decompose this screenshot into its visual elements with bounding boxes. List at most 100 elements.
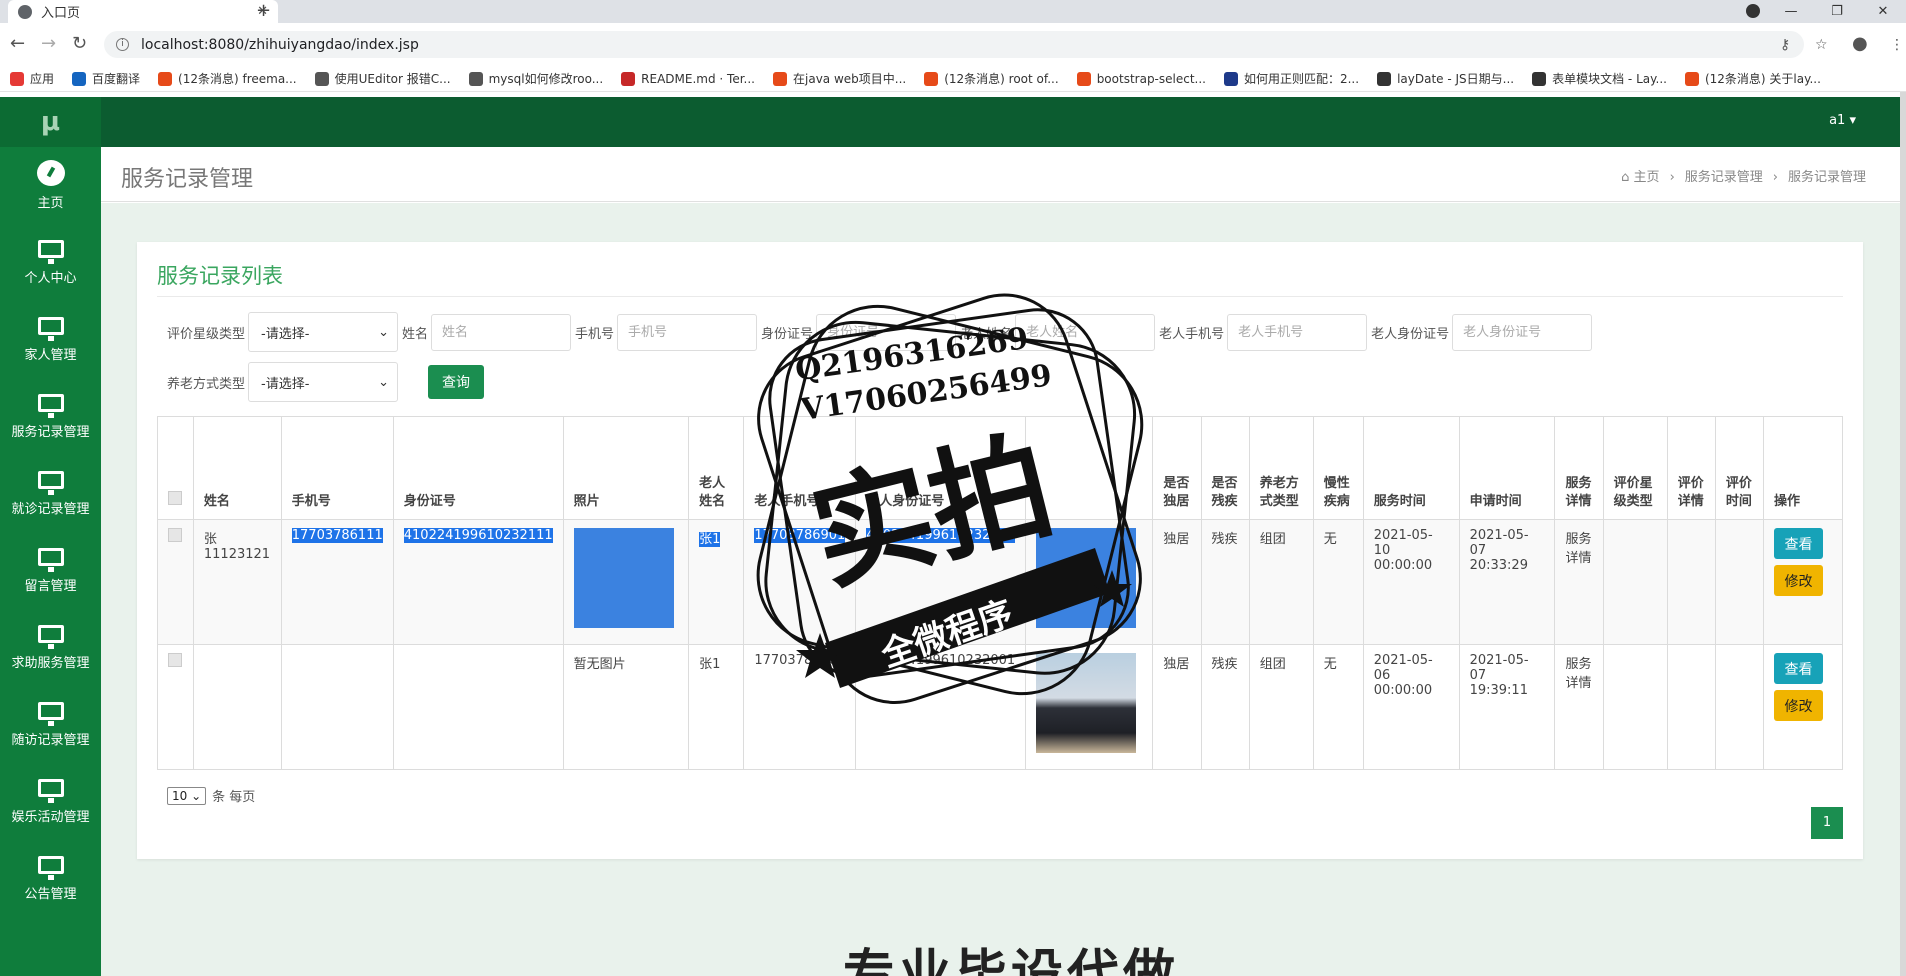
sidebar-item[interactable]: 公告管理: [0, 840, 101, 917]
actions-cell: 查看 修改: [1763, 644, 1843, 770]
rating-select[interactable]: -请选择- ⌄: [248, 312, 399, 352]
restore-icon[interactable]: ❐: [1814, 4, 1860, 19]
cell-rating-time: [1714, 644, 1765, 770]
select-all-checkbox[interactable]: [168, 491, 182, 505]
account-icon[interactable]: ●: [1852, 33, 1868, 54]
care-type-text: 组团: [1259, 657, 1286, 672]
bookmark-label: (12条消息) 关于lay...: [1704, 72, 1821, 86]
sidebar-item-label: 主页: [37, 196, 64, 211]
bookmark-item[interactable]: bootstrap-select...: [1076, 71, 1206, 86]
bookmark-item[interactable]: (12条消息) 关于lay...: [1684, 70, 1821, 87]
chronic-text: 无: [1323, 532, 1337, 547]
profile-dropdown-icon[interactable]: [1746, 4, 1760, 18]
cell-name: [192, 644, 282, 770]
sidebar: μ 主页 个人中心 家人管理 服务记录管理 就诊记录管理 留言管理 求助服务管理 随访记录管理…: [0, 97, 101, 976]
edit-button[interactable]: 修改: [1774, 565, 1823, 596]
sidebar-item[interactable]: 求助服务管理: [0, 609, 101, 686]
key-icon[interactable]: ⚷: [1780, 37, 1790, 53]
row-checkbox-cell: [157, 519, 194, 645]
page-size-control: 10 ⌄ 条 每页: [167, 786, 255, 805]
star-icon[interactable]: ☆: [1815, 37, 1828, 53]
reload-icon[interactable]: ↻: [72, 33, 87, 54]
bookmark-item[interactable]: layDate - JS日期与...: [1377, 70, 1514, 87]
phone-text: 17703786111: [291, 528, 383, 543]
bookmark-icon: [468, 71, 483, 86]
elder-id-label: 老人身份证号: [1371, 326, 1450, 342]
page-size-select[interactable]: 10 ⌄: [167, 786, 207, 805]
column-header: 养老方式类型: [1248, 416, 1314, 520]
bookmark-label: 表单模块文档 - Lay...: [1552, 72, 1667, 86]
edit-button[interactable]: 修改: [1774, 690, 1823, 721]
monitor-icon: [37, 855, 64, 880]
elder-id-input[interactable]: [1452, 313, 1593, 351]
bookmark-item[interactable]: 百度翻译: [72, 70, 140, 87]
row-checkbox[interactable]: [168, 653, 182, 667]
menu-icon[interactable]: ⋮: [1890, 37, 1904, 53]
breadcrumb-home[interactable]: 主页: [1634, 170, 1660, 185]
scrollbar[interactable]: [1900, 92, 1906, 976]
bookmark-icon: [773, 71, 787, 86]
row-checkbox[interactable]: [168, 528, 182, 542]
bookmark-icon: [1223, 71, 1238, 86]
sidebar-item-label: 留言管理: [24, 578, 77, 594]
forward-icon[interactable]: →: [41, 33, 56, 54]
back-icon[interactable]: ←: [10, 33, 25, 54]
bookmark-item[interactable]: 应用: [10, 70, 54, 87]
new-tab-icon[interactable]: +: [256, 0, 271, 22]
bookmark-item[interactable]: 表单模块文档 - Lay...: [1532, 70, 1667, 87]
omnibox[interactable]: i localhost:8080/zhihuiyangdao/index.jsp: [104, 31, 1804, 58]
view-button[interactable]: 查看: [1774, 528, 1823, 559]
tab-title: 入口页: [41, 6, 81, 21]
cell-name: 张11123121: [192, 519, 282, 645]
sidebar-item[interactable]: 留言管理: [0, 532, 101, 609]
pagination-page-1[interactable]: 1: [1811, 807, 1843, 839]
sidebar-item[interactable]: 随访记录管理: [0, 686, 101, 763]
monitor-icon: [37, 624, 64, 649]
column-header: 操作: [1763, 416, 1843, 520]
query-button[interactable]: 查询: [428, 365, 485, 399]
bookmark-item[interactable]: mysql如何修改roo...: [468, 70, 603, 87]
info-icon[interactable]: i: [116, 38, 129, 51]
breadcrumb-current: 服务记录管理: [1787, 170, 1866, 185]
cell-rating-detail: [1666, 644, 1716, 770]
cell-apply-time: 2021-05-07 19:39:11: [1458, 644, 1556, 770]
browser-tab-strip: 入口页 ✕ + — ❐ ✕: [0, 0, 1906, 23]
cell-rating: [1602, 644, 1668, 770]
bookmark-item[interactable]: 如何用正则匹配：2...: [1223, 70, 1359, 87]
sidebar-item[interactable]: 家人管理: [0, 301, 101, 378]
bookmark-item[interactable]: README.md · Ter...: [621, 71, 755, 86]
bookmark-item[interactable]: 使用UEditor 报错C...: [314, 70, 451, 87]
name-input[interactable]: [431, 313, 572, 351]
breadcrumb-section[interactable]: 服务记录管理: [1685, 170, 1763, 185]
sidebar-item-label: 服务记录管理: [11, 424, 90, 440]
card-title: 服务记录列表: [157, 264, 283, 288]
user-menu[interactable]: a1 ▾: [1829, 113, 1856, 128]
sidebar-item[interactable]: 个人中心: [0, 224, 101, 301]
globe-icon: [18, 4, 32, 19]
close-window-icon[interactable]: ✕: [1860, 4, 1906, 19]
bookmark-icon: [1532, 71, 1547, 86]
minimize-icon[interactable]: —: [1768, 4, 1814, 19]
sidebar-item[interactable]: 就诊记录管理: [0, 455, 101, 532]
bookmark-item[interactable]: 在java web项目中...: [773, 70, 906, 87]
bookmark-item[interactable]: (12条消息) root of...: [924, 70, 1059, 87]
rating-label: 评价星级类型: [167, 326, 246, 342]
bookmark-label: 使用UEditor 报错C...: [334, 72, 451, 86]
sidebar-item[interactable]: 服务记录管理: [0, 378, 101, 455]
cell-disabled: 残疾: [1200, 644, 1250, 770]
cell-care-type: 组团: [1248, 519, 1314, 645]
elder-phone-input[interactable]: [1227, 313, 1368, 351]
column-header: 慢性疾病: [1312, 416, 1364, 520]
sidebar-item-label: 公告管理: [24, 886, 77, 902]
bookmark-icon: [1377, 71, 1392, 86]
sidebar-item[interactable]: 主页: [0, 147, 101, 224]
browser-tab[interactable]: 入口页 ✕: [8, 0, 278, 23]
bookmark-item[interactable]: (12条消息) freema...: [158, 70, 297, 87]
photo-thumbnail[interactable]: [573, 528, 674, 628]
view-button[interactable]: 查看: [1774, 653, 1823, 684]
care-type-select[interactable]: -请选择- ⌄: [248, 362, 399, 402]
sidebar-item[interactable]: 娱乐活动管理: [0, 763, 101, 840]
chronic-text: 无: [1323, 657, 1337, 672]
column-header: 评价时间: [1714, 416, 1765, 520]
page-size-suffix: 条 每页: [212, 790, 256, 805]
